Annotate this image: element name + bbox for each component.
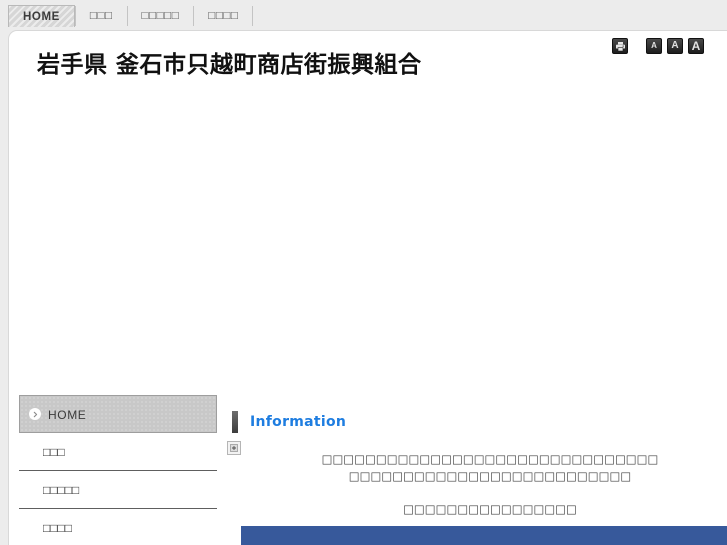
font-size-medium-button[interactable]: A bbox=[667, 38, 683, 54]
main-content-column: Information □□□□□□□□□□□□□□□□□□□□□□□□□□□□… bbox=[219, 395, 727, 545]
sidebar-item-home[interactable]: HOME bbox=[19, 395, 217, 433]
top-nav-tab-home-label: HOME bbox=[23, 11, 60, 23]
top-nav-tab-3[interactable]: □□□□□ bbox=[128, 5, 194, 27]
top-nav-separator bbox=[252, 6, 254, 26]
sidebar-navigation: HOME □□□ □□□□□ □□□□ bbox=[9, 395, 219, 545]
notice-spacer bbox=[232, 485, 727, 501]
sidebar-item-home-label: HOME bbox=[48, 408, 87, 422]
notice-line-2: □□□□□□□□□□□□□□□□□□□□□□□□□□ bbox=[348, 469, 632, 483]
chevron-right-icon bbox=[29, 408, 41, 420]
section-accent-bar bbox=[232, 411, 238, 433]
font-size-small-button[interactable]: A bbox=[646, 38, 662, 54]
notice-text-block: □□□□□□□□□□□□□□□□□□□□□□□□□□□□□□□ □□□□□□□□… bbox=[232, 439, 727, 518]
sidebar-item-4-label: □□□□ bbox=[43, 521, 72, 535]
top-navigation-bar: HOME □□□ □□□□□ □□□□ bbox=[0, 0, 727, 32]
top-nav-tab-home[interactable]: HOME bbox=[8, 5, 75, 27]
top-nav-tab-4[interactable]: □□□□ bbox=[194, 5, 252, 27]
notice-line-3: □□□□□□□□□□□□□□□□ bbox=[403, 502, 577, 516]
print-button[interactable] bbox=[612, 38, 628, 54]
information-section-header: Information bbox=[232, 395, 727, 439]
notice-line-1: □□□□□□□□□□□□□□□□□□□□□□□□□□□□□□□ bbox=[321, 452, 659, 466]
main-content-card: 岩手県 釜石市只越町商店街振興組合 A A A HOME □□□ □□□□□ □… bbox=[8, 30, 727, 545]
sidebar-item-3[interactable]: □□□□□ bbox=[19, 471, 217, 509]
top-nav-tab-2-label: □□□ bbox=[89, 10, 113, 22]
sidebar-item-3-label: □□□□□ bbox=[43, 483, 80, 497]
top-nav-tab-3-label: □□□□□ bbox=[141, 10, 180, 22]
utility-icon-group: A A A bbox=[612, 38, 704, 54]
broken-image-placeholder-icon bbox=[227, 441, 241, 455]
sidebar-item-2[interactable]: □□□ bbox=[19, 433, 217, 471]
font-size-medium-icon: A bbox=[671, 40, 679, 51]
printer-icon bbox=[615, 41, 626, 52]
sidebar-item-2-label: □□□ bbox=[43, 445, 65, 459]
font-size-large-icon: A bbox=[691, 39, 701, 53]
page-root: HOME □□□ □□□□□ □□□□ 岩手県 釜石市只越町商店街振興組合 A … bbox=[0, 0, 727, 545]
information-section-title: Information bbox=[250, 414, 347, 430]
body-columns: HOME □□□ □□□□□ □□□□ Information □□□□□□□□… bbox=[9, 395, 727, 545]
font-size-small-icon: A bbox=[651, 41, 657, 50]
blue-divider-bar bbox=[241, 526, 727, 545]
top-nav-tab-2[interactable]: □□□ bbox=[76, 5, 127, 27]
sidebar-item-4[interactable]: □□□□ bbox=[19, 509, 217, 545]
hero-banner-area bbox=[9, 93, 727, 395]
site-header: 岩手県 釜石市只越町商店街振興組合 A A A bbox=[9, 31, 727, 93]
top-nav-tab-4-label: □□□□ bbox=[208, 10, 239, 22]
page-title: 岩手県 釜石市只越町商店街振興組合 bbox=[37, 52, 422, 78]
font-size-large-button[interactable]: A bbox=[688, 38, 704, 54]
